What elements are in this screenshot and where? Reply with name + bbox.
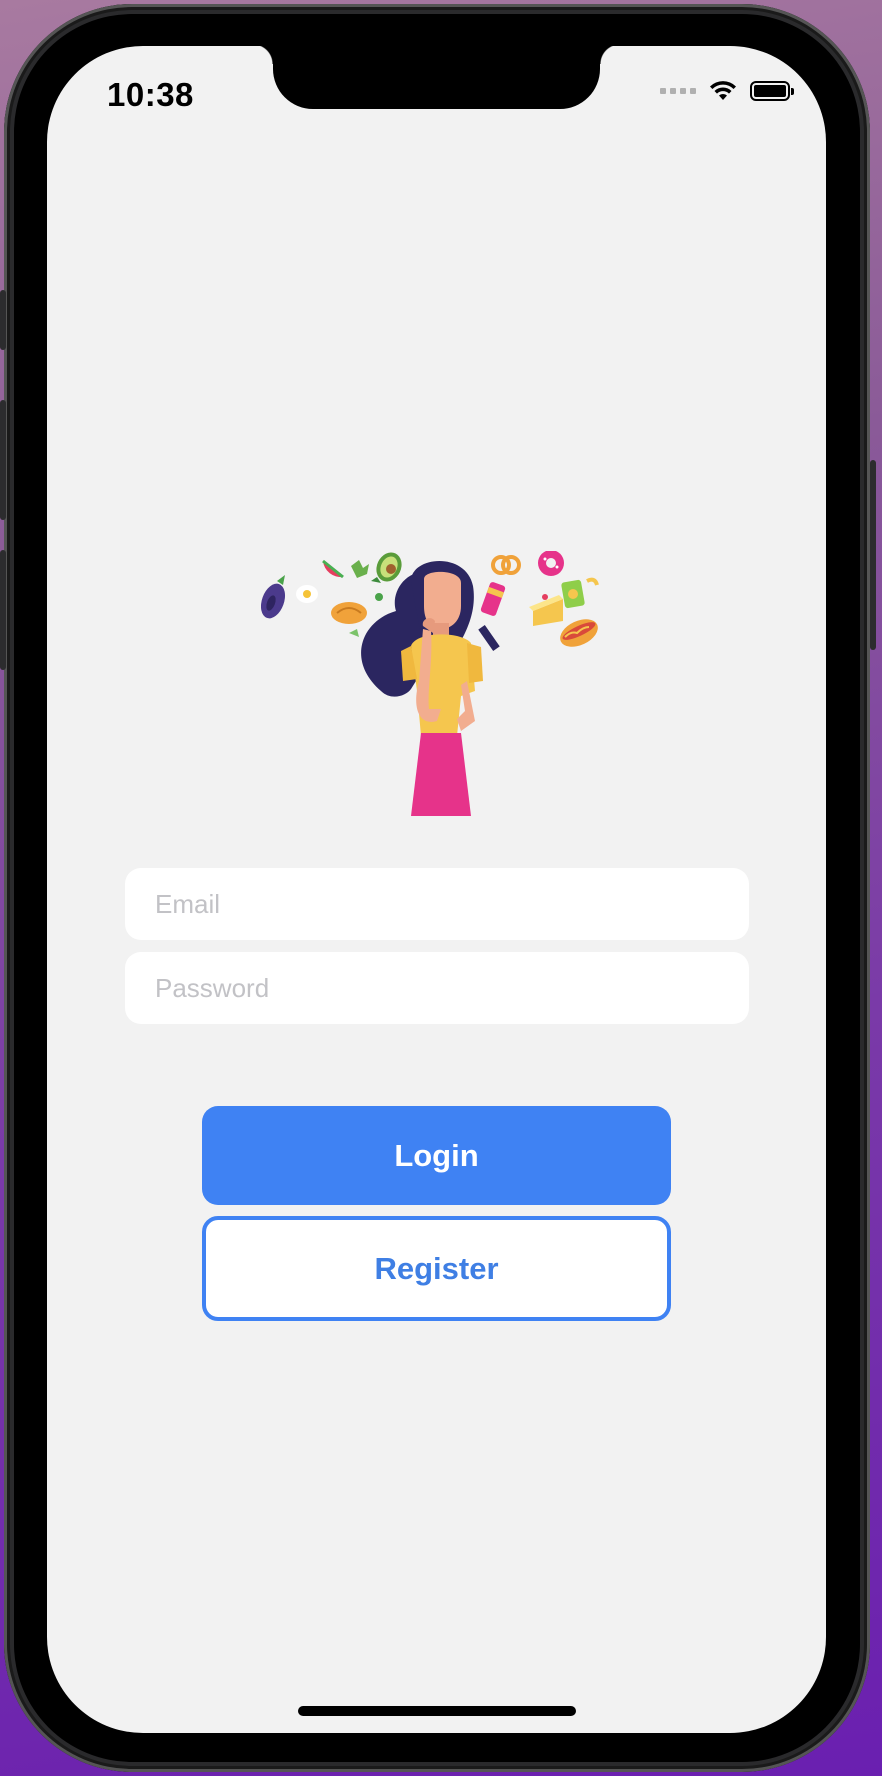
chips-icon <box>561 579 585 609</box>
soda-can-icon <box>480 582 506 616</box>
register-button[interactable]: Register <box>202 1216 671 1321</box>
pretzel-icon <box>491 555 521 575</box>
donut-icon <box>538 551 564 576</box>
cellular-signal-icon <box>660 88 696 94</box>
password-field[interactable] <box>125 952 749 1024</box>
watermelon-icon <box>322 559 344 579</box>
screen: 10:38 Email Login Register <box>47 46 826 1733</box>
wifi-icon <box>710 81 736 100</box>
volume-down-button <box>0 550 6 670</box>
power-button <box>870 460 876 650</box>
login-button[interactable]: Login <box>202 1106 671 1205</box>
volume-up-button <box>0 400 6 520</box>
home-indicator[interactable] <box>298 1706 576 1716</box>
woman-thinking-food-illustration <box>261 551 599 816</box>
status-icons <box>660 80 794 102</box>
side-button <box>0 290 6 350</box>
cake-icon <box>529 594 563 626</box>
status-time: 10:38 <box>107 76 194 113</box>
croissant-icon <box>331 602 367 624</box>
battery-icon <box>750 81 794 101</box>
email-field[interactable] <box>125 868 749 940</box>
egg-icon <box>296 585 318 603</box>
notch <box>253 46 620 109</box>
eggplant-icon <box>261 575 286 619</box>
